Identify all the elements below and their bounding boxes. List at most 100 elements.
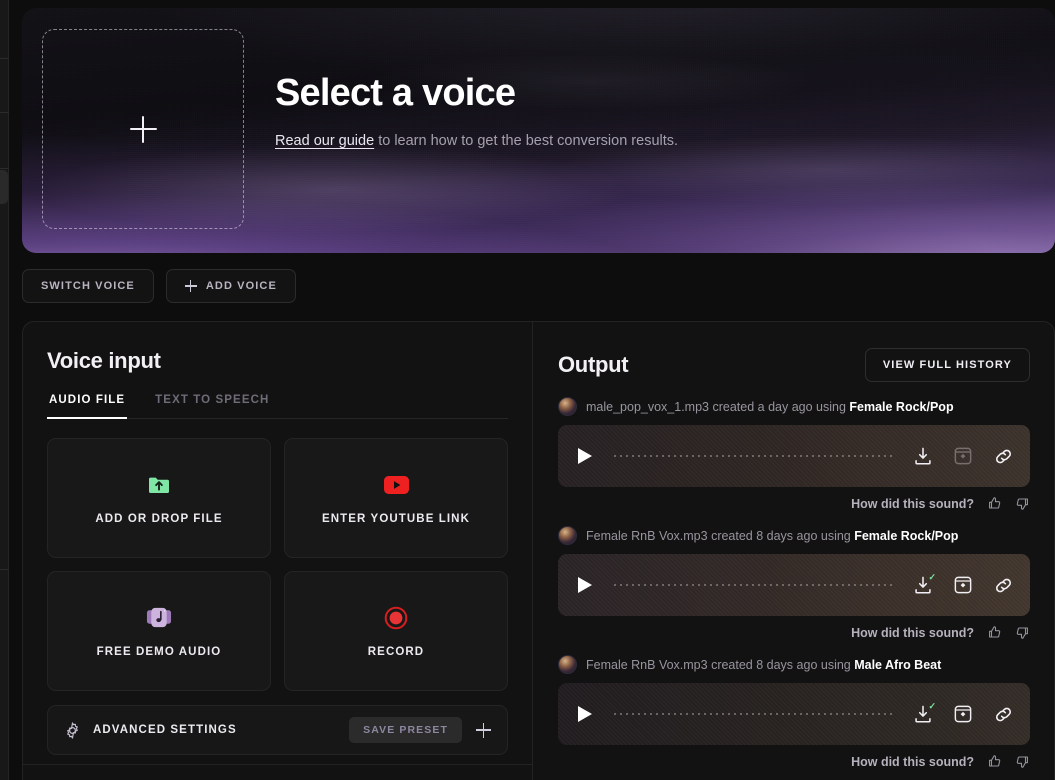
record-label: RECORD (367, 645, 425, 658)
panel-separator (532, 322, 533, 780)
switch-voice-button[interactable]: SWITCH VOICE (22, 269, 154, 303)
download-icon[interactable] (912, 445, 934, 467)
thumbs-down-icon[interactable] (1015, 625, 1030, 640)
plus-icon (184, 280, 197, 292)
hero-subtitle: Read our guide to learn how to get the b… (275, 130, 705, 152)
rail-divider (0, 58, 9, 59)
free-demo-audio-label: FREE DEMO AUDIO (96, 645, 222, 658)
hero-text-block: Select a voice Read our guide to learn h… (275, 72, 705, 152)
voice-conversion-app: Select a voice Read our guide to learn h… (0, 0, 1055, 780)
enter-youtube-link-label: ENTER YOUTUBE LINK (321, 512, 470, 525)
tab-audio-file[interactable]: AUDIO FILE (47, 394, 128, 419)
output-filename: Female RnB Vox.mp3 (586, 657, 708, 672)
output-title: Output (558, 352, 629, 377)
download-complete-check-icon: ✓ (928, 572, 936, 582)
add-voice-button[interactable]: ADD VOICE (165, 269, 296, 303)
voice-input-panel: Voice input AUDIO FILE TEXT TO SPEECH AD… (22, 321, 533, 780)
player-actions (912, 445, 1014, 467)
download-icon[interactable]: ✓ (912, 572, 936, 596)
main-content: Select a voice Read our guide to learn h… (22, 0, 1055, 780)
page-title: Select a voice (275, 72, 516, 114)
enter-youtube-link-card[interactable]: ENTER YOUTUBE LINK (284, 438, 508, 558)
export-to-daw-icon[interactable] (952, 445, 974, 467)
play-button[interactable] (578, 706, 592, 722)
free-demo-audio-card[interactable]: FREE DEMO AUDIO (47, 571, 271, 691)
export-to-daw-icon[interactable] (952, 574, 974, 596)
output-voice-name: Male Afro Beat (854, 657, 942, 672)
add-or-drop-file-card[interactable]: ADD OR DROP FILE (47, 438, 271, 558)
read-our-guide-link[interactable]: Read our guide (275, 133, 374, 149)
voice-input-tabs: AUDIO FILE TEXT TO SPEECH (47, 394, 508, 419)
youtube-icon (383, 472, 409, 498)
thumbs-up-icon[interactable] (987, 754, 1002, 769)
plus-icon (129, 115, 157, 143)
thumbs-down-icon[interactable] (1015, 496, 1030, 511)
output-created: created a day ago using (709, 399, 850, 414)
copy-link-icon[interactable] (992, 445, 1014, 467)
record-icon (383, 605, 409, 631)
output-voice-name: Female Rock/Pop (849, 399, 954, 414)
export-to-daw-icon[interactable] (952, 703, 974, 725)
download-icon[interactable]: ✓ (912, 701, 936, 725)
thumbs-up-icon[interactable] (987, 496, 1002, 511)
avatar (558, 526, 577, 545)
feedback-row: How did this sound? (558, 496, 1030, 511)
feedback-row: How did this sound? (558, 754, 1030, 769)
output-item: Female RnB Vox.mp3 created 8 days ago us… (558, 526, 1030, 640)
select-voice-hero: Select a voice Read our guide to learn h… (22, 8, 1055, 253)
voice-input-options: ADD OR DROP FILE ENTER YOUTUBE LINK FREE… (47, 438, 508, 691)
avatar (558, 397, 577, 416)
record-card[interactable]: RECORD (284, 571, 508, 691)
waveform-progress[interactable] (614, 713, 894, 715)
rail-divider (0, 569, 9, 570)
advanced-settings-row[interactable]: ADVANCED SETTINGS SAVE PRESET (47, 705, 508, 755)
feedback-label: How did this sound? (851, 754, 974, 769)
play-button[interactable] (578, 448, 592, 464)
play-button[interactable] (578, 577, 592, 593)
audio-player: ✓ (558, 683, 1030, 745)
rail-active-item[interactable] (0, 170, 8, 204)
output-item-meta: male_pop_vox_1.mp3 created a day ago usi… (558, 397, 1030, 416)
save-preset-button[interactable]: SAVE PRESET (349, 717, 462, 743)
view-full-history-button[interactable]: VIEW FULL HISTORY (864, 348, 1030, 382)
avatar (558, 655, 577, 674)
voice-input-title: Voice input (47, 348, 161, 373)
switch-voice-label: SWITCH VOICE (41, 280, 135, 292)
audio-player (558, 425, 1030, 487)
panels-row: Voice input AUDIO FILE TEXT TO SPEECH AD… (22, 321, 1055, 780)
output-item-description: Female RnB Vox.mp3 created 8 days ago us… (586, 658, 941, 672)
plus-icon[interactable] (476, 722, 491, 738)
thumbs-up-icon[interactable] (987, 625, 1002, 640)
tab-text-to-speech[interactable]: TEXT TO SPEECH (153, 394, 271, 419)
player-actions: ✓ (912, 701, 1014, 725)
panel-divider (23, 764, 532, 765)
download-complete-check-icon: ✓ (928, 701, 936, 711)
upload-folder-icon (146, 472, 172, 498)
gear-icon (64, 721, 81, 739)
hero-subtitle-text: to learn how to get the best conversion … (374, 132, 679, 149)
output-item-meta: Female RnB Vox.mp3 created 8 days ago us… (558, 655, 1030, 674)
waveform-progress[interactable] (614, 584, 894, 586)
feedback-row: How did this sound? (558, 625, 1030, 640)
output-item-description: Female RnB Vox.mp3 created 8 days ago us… (586, 529, 958, 543)
rail-divider (0, 112, 9, 113)
output-voice-name: Female Rock/Pop (854, 528, 959, 543)
output-created: created 8 days ago using (707, 657, 855, 672)
waveform-progress[interactable] (614, 455, 894, 457)
output-created: created 8 days ago using (707, 528, 855, 543)
output-item: Female RnB Vox.mp3 created 8 days ago us… (558, 655, 1030, 769)
add-voice-dropzone[interactable] (42, 29, 244, 229)
audio-player: ✓ (558, 554, 1030, 616)
output-header: Output VIEW FULL HISTORY (558, 348, 1030, 382)
copy-link-icon[interactable] (992, 703, 1014, 725)
thumbs-down-icon[interactable] (1015, 754, 1030, 769)
output-filename: male_pop_vox_1.mp3 (586, 399, 709, 414)
add-or-drop-file-label: ADD OR DROP FILE (95, 512, 223, 525)
left-nav-rail-sliver[interactable] (0, 0, 9, 780)
feedback-label: How did this sound? (851, 496, 974, 511)
rail-divider (0, 168, 9, 169)
advanced-settings-label: ADVANCED SETTINGS (93, 724, 237, 736)
output-item-meta: Female RnB Vox.mp3 created 8 days ago us… (558, 526, 1030, 545)
player-actions: ✓ (912, 572, 1014, 596)
copy-link-icon[interactable] (992, 574, 1014, 596)
